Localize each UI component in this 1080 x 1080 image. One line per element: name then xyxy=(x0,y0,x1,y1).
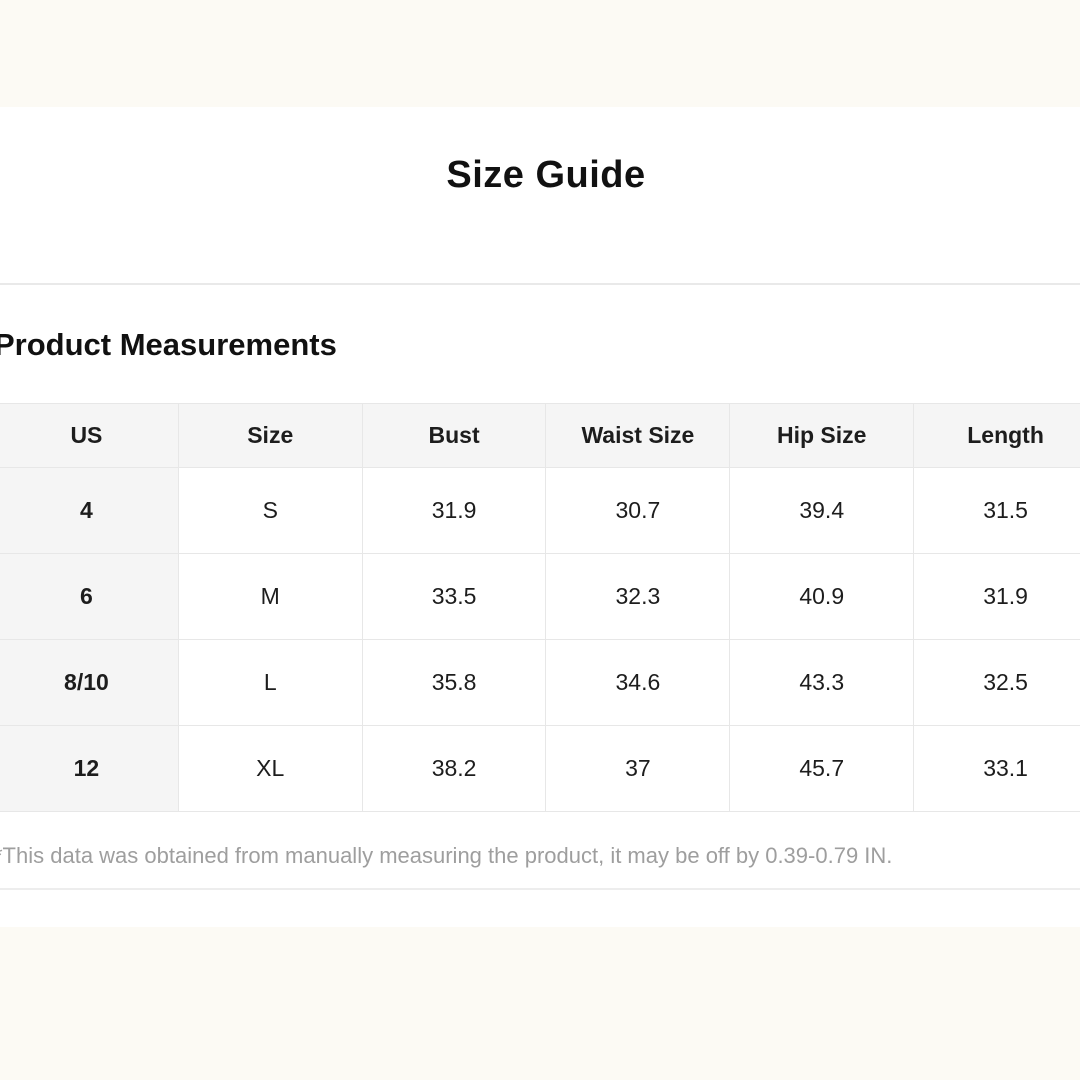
table-cell: 38.2 xyxy=(362,726,546,812)
row-header-cell: 4 xyxy=(0,468,178,554)
top-background-band xyxy=(0,0,1080,107)
bottom-background-band xyxy=(0,927,1080,1080)
table-cell: L xyxy=(178,640,362,726)
table-cell: 30.7 xyxy=(546,468,730,554)
table-cell: 31.5 xyxy=(914,468,1080,554)
table-cell: 32.5 xyxy=(914,640,1080,726)
divider-bottom xyxy=(0,888,1080,890)
table-header: USSizeBustWaist SizeHip SizeLength xyxy=(0,404,1080,468)
table-row: 6M33.532.340.931.9 xyxy=(0,554,1080,640)
table-cell: 37 xyxy=(546,726,730,812)
table-cell: XL xyxy=(178,726,362,812)
table-row: 8/10L35.834.643.332.5 xyxy=(0,640,1080,726)
section-heading: Product Measurements xyxy=(0,325,1080,365)
row-header-cell: 12 xyxy=(0,726,178,812)
table-cell: 32.3 xyxy=(546,554,730,640)
page-title: Size Guide xyxy=(0,107,1080,198)
table-row: 12XL38.23745.733.1 xyxy=(0,726,1080,812)
row-header-cell: 6 xyxy=(0,554,178,640)
table-cell: 33.5 xyxy=(362,554,546,640)
row-header-cell: 8/10 xyxy=(0,640,178,726)
table-cell: 43.3 xyxy=(730,640,914,726)
table-cell: 40.9 xyxy=(730,554,914,640)
table-cell: M xyxy=(178,554,362,640)
column-header: Hip Size xyxy=(730,404,914,468)
divider-top xyxy=(0,283,1080,285)
table-cell: 34.6 xyxy=(546,640,730,726)
table-cell: 35.8 xyxy=(362,640,546,726)
table-cell: 33.1 xyxy=(914,726,1080,812)
measurements-table: USSizeBustWaist SizeHip SizeLength 4S31.… xyxy=(0,403,1080,812)
column-header: Size xyxy=(178,404,362,468)
column-header: Bust xyxy=(362,404,546,468)
table-cell: 31.9 xyxy=(914,554,1080,640)
table-body: 4S31.930.739.431.56M33.532.340.931.98/10… xyxy=(0,468,1080,812)
table-cell: 45.7 xyxy=(730,726,914,812)
table-row: 4S31.930.739.431.5 xyxy=(0,468,1080,554)
table-cell: 39.4 xyxy=(730,468,914,554)
column-header: US xyxy=(0,404,178,468)
header-row: USSizeBustWaist SizeHip SizeLength xyxy=(0,404,1080,468)
footnote: *This data was obtained from manually me… xyxy=(0,842,1080,870)
size-guide-panel: Size Guide Product Measurements USSizeBu… xyxy=(0,107,1080,890)
column-header: Waist Size xyxy=(546,404,730,468)
table-cell: 31.9 xyxy=(362,468,546,554)
table-cell: S xyxy=(178,468,362,554)
column-header: Length xyxy=(914,404,1080,468)
